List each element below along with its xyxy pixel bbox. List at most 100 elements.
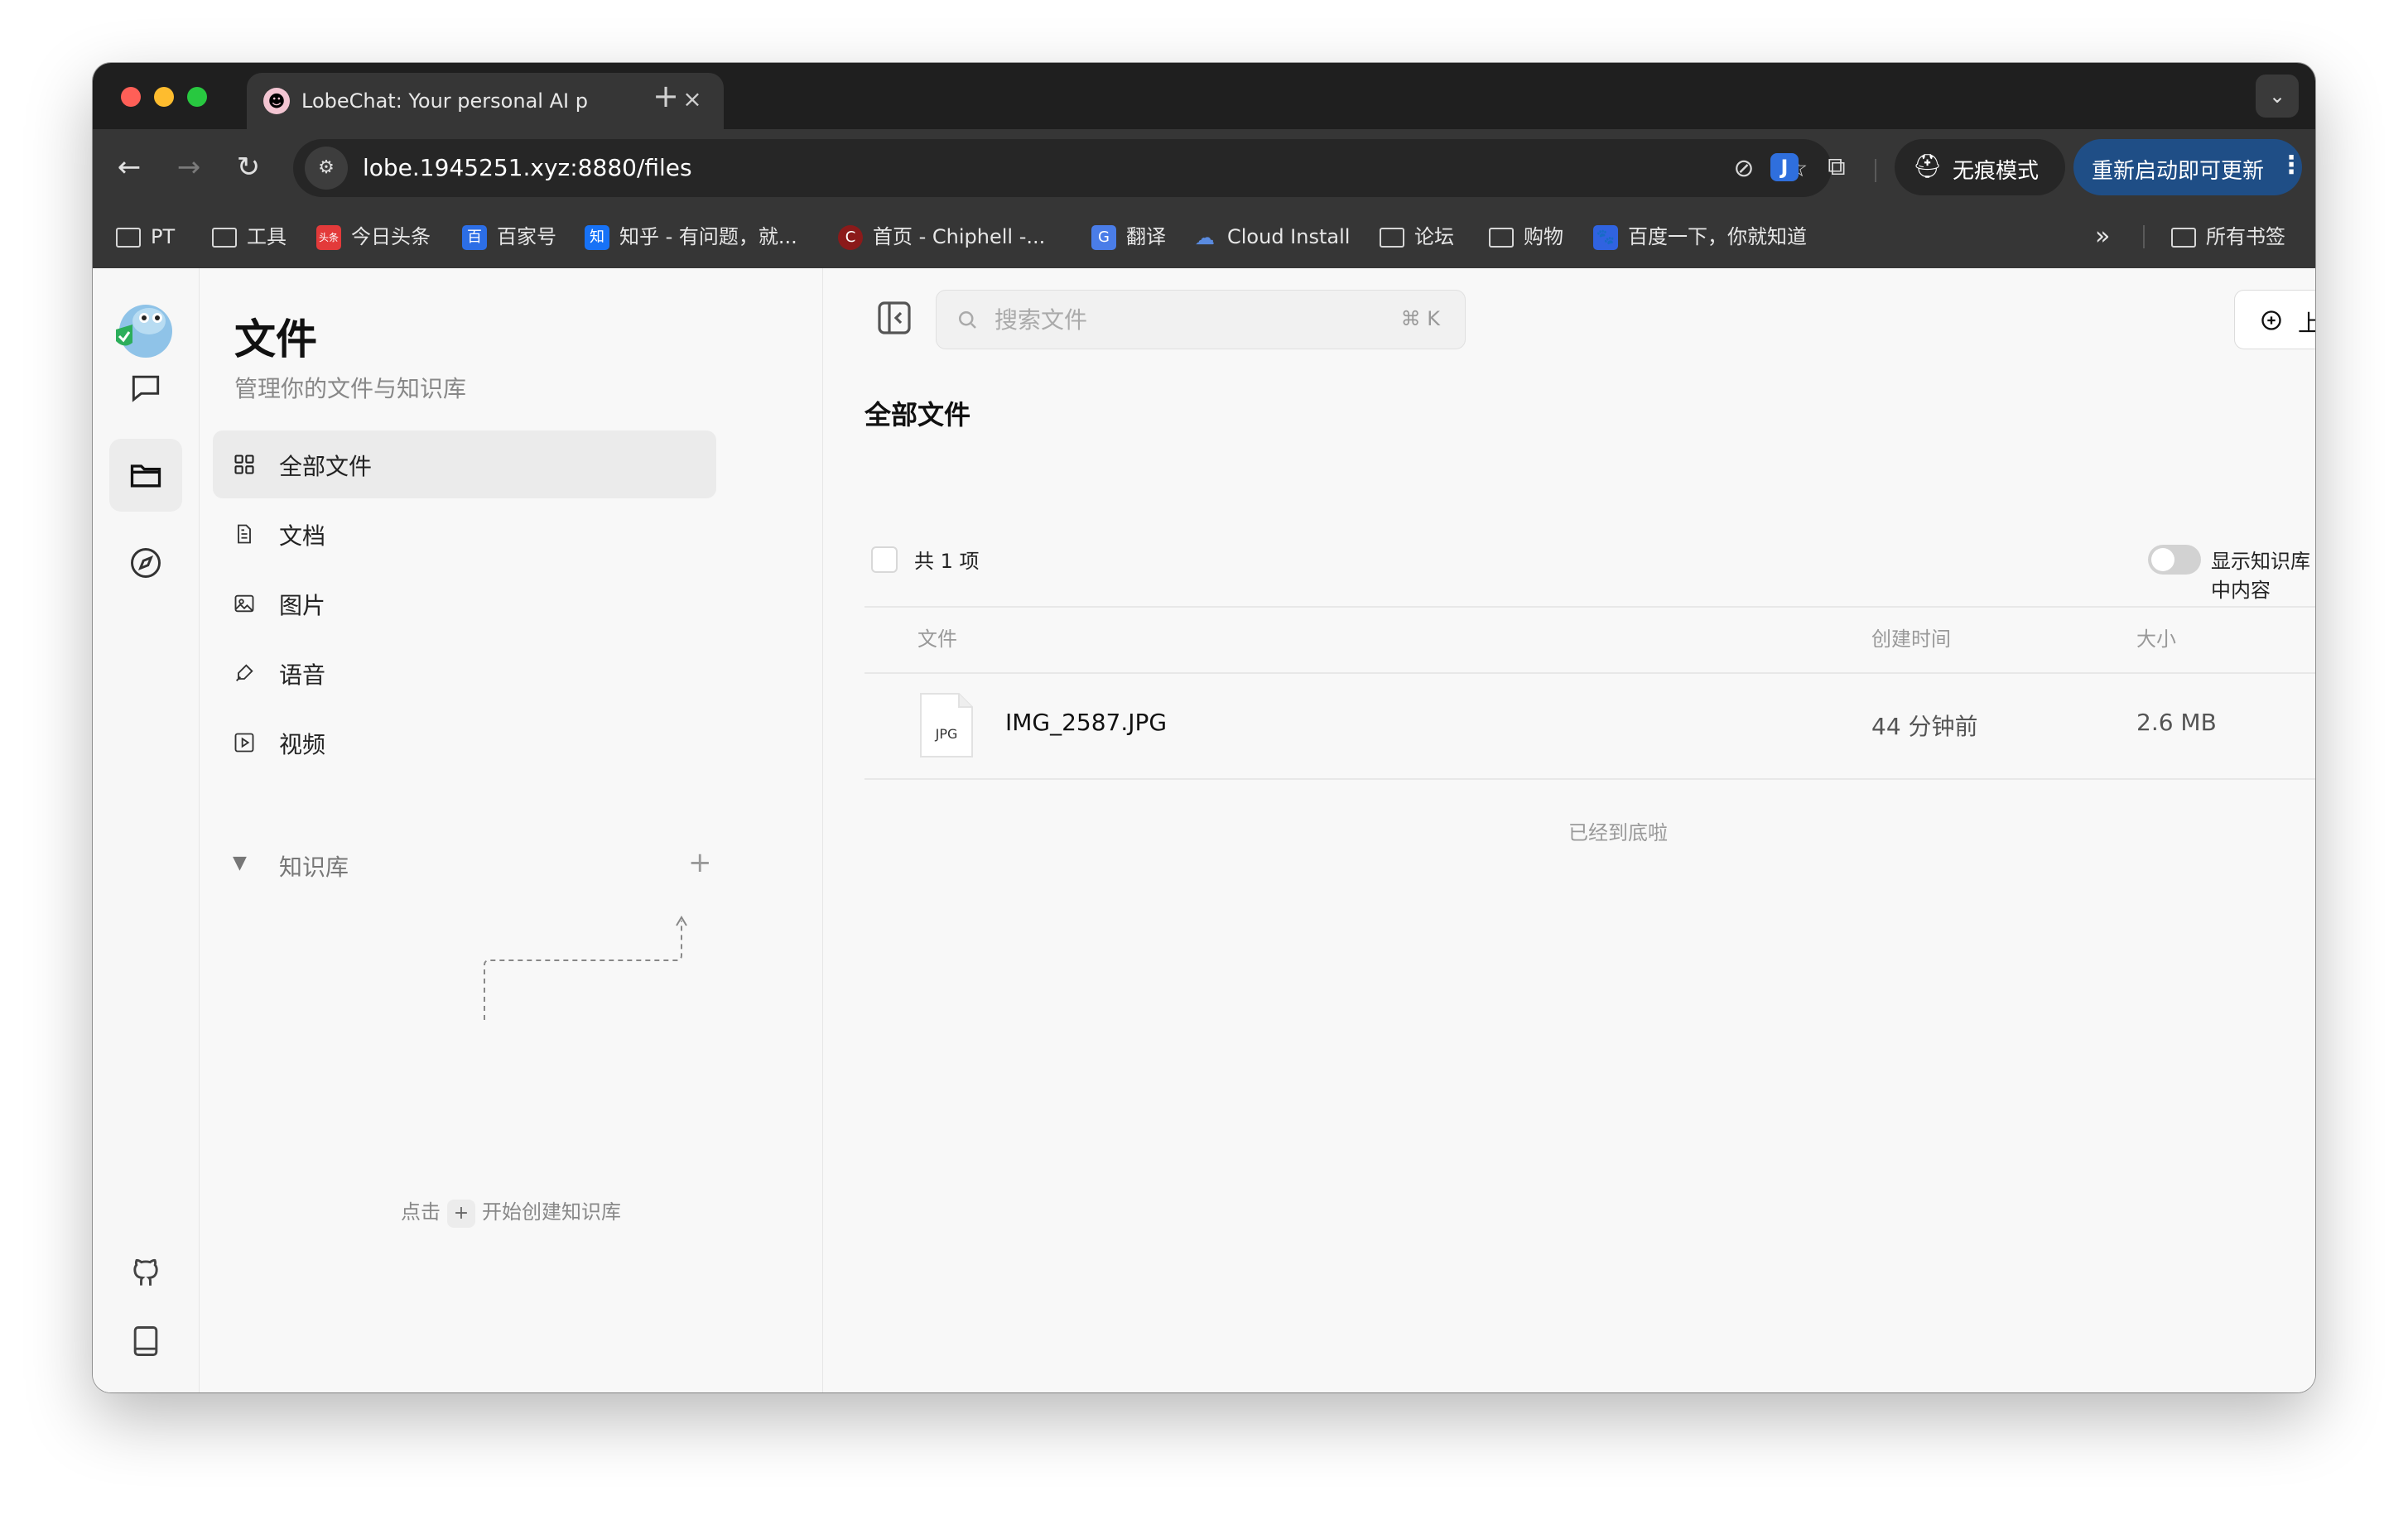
minimize-window-button[interactable] bbox=[154, 87, 174, 107]
baijiahao-icon: 百 bbox=[462, 225, 487, 250]
select-all-checkbox[interactable] bbox=[871, 546, 898, 573]
nav-item-documents[interactable]: 文档 bbox=[213, 500, 716, 568]
table-divider bbox=[864, 778, 2315, 780]
back-button[interactable]: ← bbox=[109, 147, 149, 187]
knowledge-base-section[interactable]: ▼ 知识库 + bbox=[213, 839, 716, 889]
book-icon bbox=[133, 1326, 158, 1356]
collapse-sidebar-icon[interactable] bbox=[874, 298, 914, 338]
video-icon bbox=[234, 733, 254, 753]
bookmark-zhihu[interactable]: 知知乎 - 有问题，就... bbox=[585, 220, 797, 253]
nav-item-audio[interactable]: 语音 bbox=[213, 639, 716, 707]
bookmark-cloud-install[interactable]: ☁ Cloud Install bbox=[1192, 220, 1350, 253]
section-title: 全部文件 bbox=[864, 399, 971, 430]
search-icon bbox=[959, 311, 976, 329]
show-kb-content-toggle[interactable] bbox=[2148, 545, 2201, 575]
nav-item-videos[interactable]: 视频 bbox=[213, 709, 716, 777]
incognito-badge[interactable]: ⛑ 无痕模式 bbox=[1895, 139, 2065, 195]
file-name[interactable]: IMG_2587.JPG bbox=[1005, 709, 1167, 736]
nav-item-label: 视频 bbox=[279, 731, 326, 758]
bookmark-translate[interactable]: G 翻译 bbox=[1091, 220, 1166, 253]
maximize-window-button[interactable] bbox=[187, 87, 207, 107]
tab-strip: ☻ LobeChat: Your personal AI p × + ⌄ bbox=[93, 63, 2315, 129]
extensions-puzzle-icon[interactable]: ⧉ bbox=[1817, 147, 1857, 187]
side-rail bbox=[93, 268, 200, 1392]
extension-j-icon[interactable]: J bbox=[1770, 153, 1799, 181]
bookmark-forum[interactable]: 论坛 bbox=[1380, 220, 1454, 253]
folder-icon bbox=[212, 228, 237, 248]
folder-icon bbox=[1380, 228, 1404, 248]
tab-search-button[interactable]: ⌄ bbox=[2256, 75, 2299, 118]
docs-button[interactable] bbox=[109, 1305, 182, 1378]
zhihu-icon: 知 bbox=[585, 225, 609, 250]
new-tab-button[interactable]: + bbox=[646, 75, 686, 118]
bookmark-shopping[interactable]: 购物 bbox=[1489, 220, 1563, 253]
toggle-knob bbox=[2151, 548, 2174, 571]
github-button[interactable] bbox=[109, 1237, 182, 1310]
dashed-arrow-icon bbox=[484, 916, 687, 1020]
more-bookmarks-button[interactable]: » bbox=[2095, 220, 2110, 253]
files-main: ⌘ K 上传 全部文件 共 1 项 显示知识库中内容 文件 创建时间 大小 JP… bbox=[823, 268, 2315, 1392]
file-size: 2.6 MB bbox=[2136, 709, 2217, 736]
site-settings-icon[interactable]: ⚙ bbox=[305, 147, 348, 190]
table-divider bbox=[864, 606, 2315, 608]
nav-item-images[interactable]: 图片 bbox=[213, 570, 716, 637]
caret-down-icon[interactable]: ▼ bbox=[233, 853, 247, 873]
file-search[interactable]: ⌘ K bbox=[936, 290, 1466, 349]
cloud-icon: ☁ bbox=[1195, 226, 1215, 249]
column-header-size[interactable]: 大小 bbox=[2136, 623, 2176, 652]
bookmarks-separator bbox=[2143, 225, 2145, 248]
search-input[interactable] bbox=[993, 302, 1361, 337]
menu-kebab-icon[interactable]: ⋮ bbox=[2279, 151, 2304, 180]
chat-nav-button[interactable] bbox=[109, 351, 182, 424]
nav-item-label: 全部文件 bbox=[279, 453, 373, 480]
files-nav-button[interactable] bbox=[109, 439, 182, 512]
nav-item-label: 文档 bbox=[279, 522, 326, 550]
search-shortcut: ⌘ K bbox=[1400, 307, 1440, 330]
update-button[interactable]: 重新启动即可更新 ⋮ bbox=[2073, 139, 2304, 195]
jpg-file-icon: JPG bbox=[920, 693, 973, 758]
github-icon bbox=[133, 1258, 158, 1286]
bookmark-chiphell[interactable]: C 首页 - Chiphell -... bbox=[838, 220, 1045, 253]
url-text[interactable]: lobe.1945251.xyz:8880/files bbox=[363, 154, 692, 181]
incognito-icon: ⛑ bbox=[1913, 152, 1943, 180]
add-knowledge-base-button[interactable]: + bbox=[688, 846, 712, 879]
bookmark-pt[interactable]: PT bbox=[116, 220, 175, 253]
folder-icon bbox=[1489, 228, 1514, 248]
column-header-created[interactable]: 创建时间 bbox=[1871, 623, 1951, 652]
plus-icon: + bbox=[447, 1200, 475, 1228]
discover-nav-button[interactable] bbox=[109, 527, 182, 599]
end-of-list-text: 已经到底啦 bbox=[1568, 821, 1668, 844]
forward-button[interactable]: → bbox=[169, 147, 209, 187]
all-bookmarks[interactable]: 所有书签 bbox=[2171, 220, 2285, 253]
tracking-protection-icon[interactable]: ⊘ bbox=[1726, 151, 1762, 187]
update-label: 重新启动即可更新 bbox=[2092, 159, 2265, 184]
close-window-button[interactable] bbox=[121, 87, 141, 107]
toggle-label: 显示知识库中内容 bbox=[2211, 550, 2310, 602]
folder-icon bbox=[130, 464, 161, 488]
folder-icon bbox=[2171, 228, 2196, 248]
document-icon bbox=[238, 524, 251, 544]
nav-item-label: 语音 bbox=[279, 661, 326, 689]
table-divider bbox=[864, 672, 2315, 674]
baidu-icon: 🐾 bbox=[1593, 225, 1618, 250]
upload-label: 上传 bbox=[2298, 310, 2315, 337]
file-type-label: JPG bbox=[935, 726, 958, 742]
reload-button[interactable]: ↻ bbox=[229, 147, 268, 187]
bookmark-tools[interactable]: 工具 bbox=[212, 220, 287, 253]
mic-icon bbox=[236, 664, 253, 681]
toolbar-separator bbox=[1875, 159, 1876, 182]
plus-circle-icon bbox=[2261, 310, 2281, 330]
grid-icon bbox=[234, 454, 254, 474]
knowledge-base-label: 知识库 bbox=[279, 854, 349, 881]
incognito-label: 无痕模式 bbox=[1953, 159, 2040, 184]
browser-window: ☻ LobeChat: Your personal AI p × + ⌄ ← →… bbox=[93, 63, 2315, 1392]
folder-icon bbox=[116, 228, 141, 248]
bookmark-toutiao[interactable]: 头条 今日头条 bbox=[316, 220, 431, 253]
upload-button[interactable]: 上传 bbox=[2234, 290, 2315, 349]
nav-item-all-files[interactable]: 全部文件 bbox=[213, 430, 716, 498]
address-bar[interactable]: ⚙ lobe.1945251.xyz:8880/files ⊘ ☆ bbox=[293, 139, 1832, 197]
column-header-file[interactable]: 文件 bbox=[917, 623, 957, 652]
bookmark-baijiahao[interactable]: 百百家号 bbox=[462, 220, 556, 253]
compass-icon bbox=[131, 548, 161, 578]
bookmark-baidu[interactable]: 🐾 百度一下，你就知道 bbox=[1593, 220, 1807, 253]
